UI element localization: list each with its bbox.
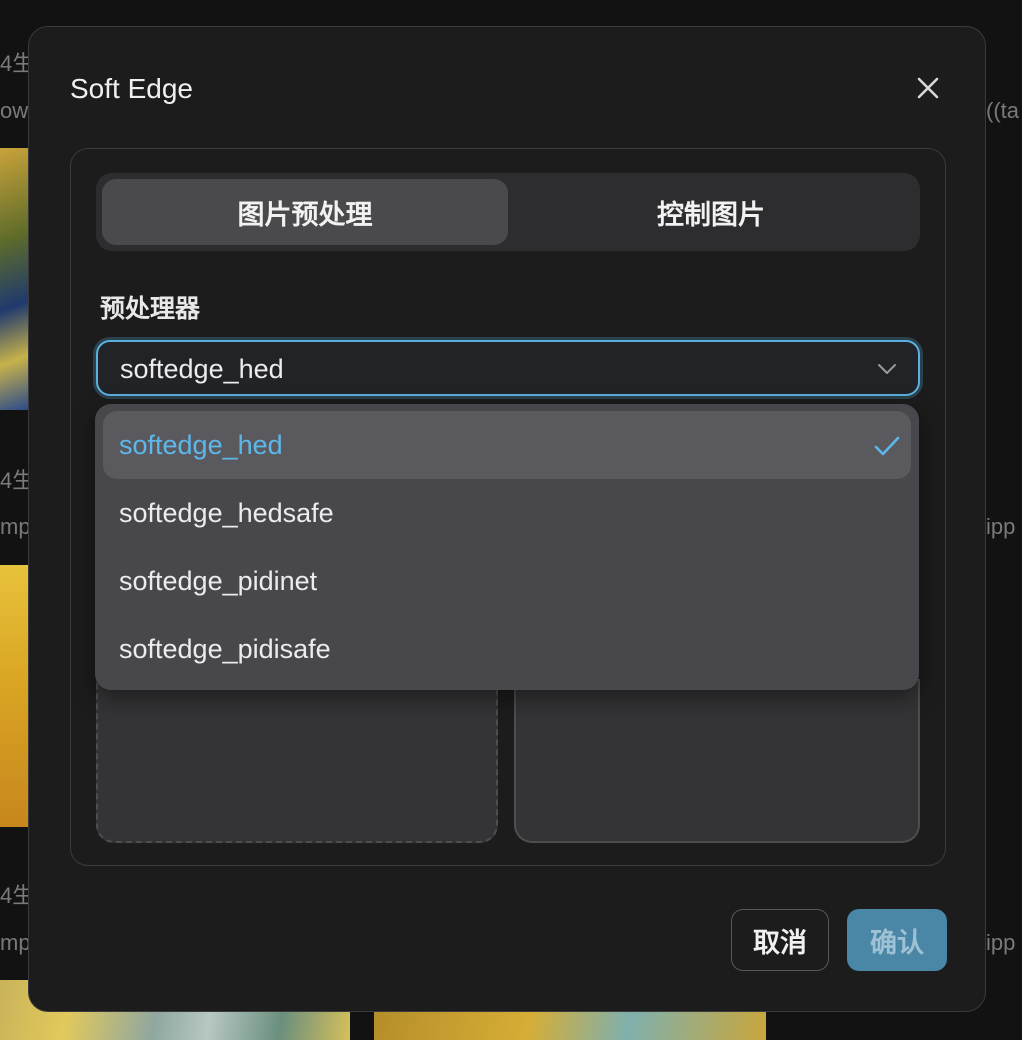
dropdown-option[interactable]: softedge_hedsafe: [103, 479, 911, 547]
image-upload-area[interactable]: [96, 679, 498, 843]
bg-text-fragment: ow: [0, 98, 29, 123]
bg-text-fragment: mp: [0, 514, 31, 539]
tab-switcher: 图片预处理 控制图片: [96, 173, 920, 251]
preprocessor-dropdown-menu: softedge_hed softedge_hedsafe softedge_p…: [95, 404, 919, 690]
bg-text-fragment: ipp: [986, 514, 1016, 539]
confirm-button[interactable]: 确认: [847, 909, 947, 971]
dropdown-option[interactable]: softedge_pidinet: [103, 547, 911, 615]
dropdown-option[interactable]: softedge_hed: [103, 411, 911, 479]
dropdown-option[interactable]: softedge_pidisafe: [103, 615, 911, 683]
preprocessor-select-value: softedge_hed: [120, 354, 284, 384]
checkmark-icon: [874, 436, 900, 456]
option-label: softedge_hedsafe: [119, 498, 334, 528]
dialog-title: Soft Edge: [70, 73, 193, 104]
option-label: softedge_hed: [119, 430, 283, 460]
preprocessor-label: 预处理器: [100, 295, 201, 323]
bg-text-fragment: ipp: [986, 930, 1016, 955]
bg-thumbnail: [0, 148, 28, 410]
preprocessor-select[interactable]: softedge_hed: [96, 340, 920, 396]
option-label: softedge_pidisafe: [119, 634, 331, 664]
bg-thumbnail: [0, 565, 28, 827]
chevron-down-icon: [878, 364, 896, 374]
bg-text-fragment: mp: [0, 930, 31, 955]
cancel-button[interactable]: 取消: [731, 909, 829, 971]
tab-control-image[interactable]: 控制图片: [508, 179, 914, 245]
close-icon: [917, 77, 939, 99]
preview-image-area: [514, 679, 920, 843]
option-label: softedge_pidinet: [119, 566, 318, 596]
close-button[interactable]: [911, 71, 945, 105]
bg-text-fragment: ((ta: [986, 98, 1019, 123]
tab-image-preprocess[interactable]: 图片预处理: [102, 179, 508, 245]
